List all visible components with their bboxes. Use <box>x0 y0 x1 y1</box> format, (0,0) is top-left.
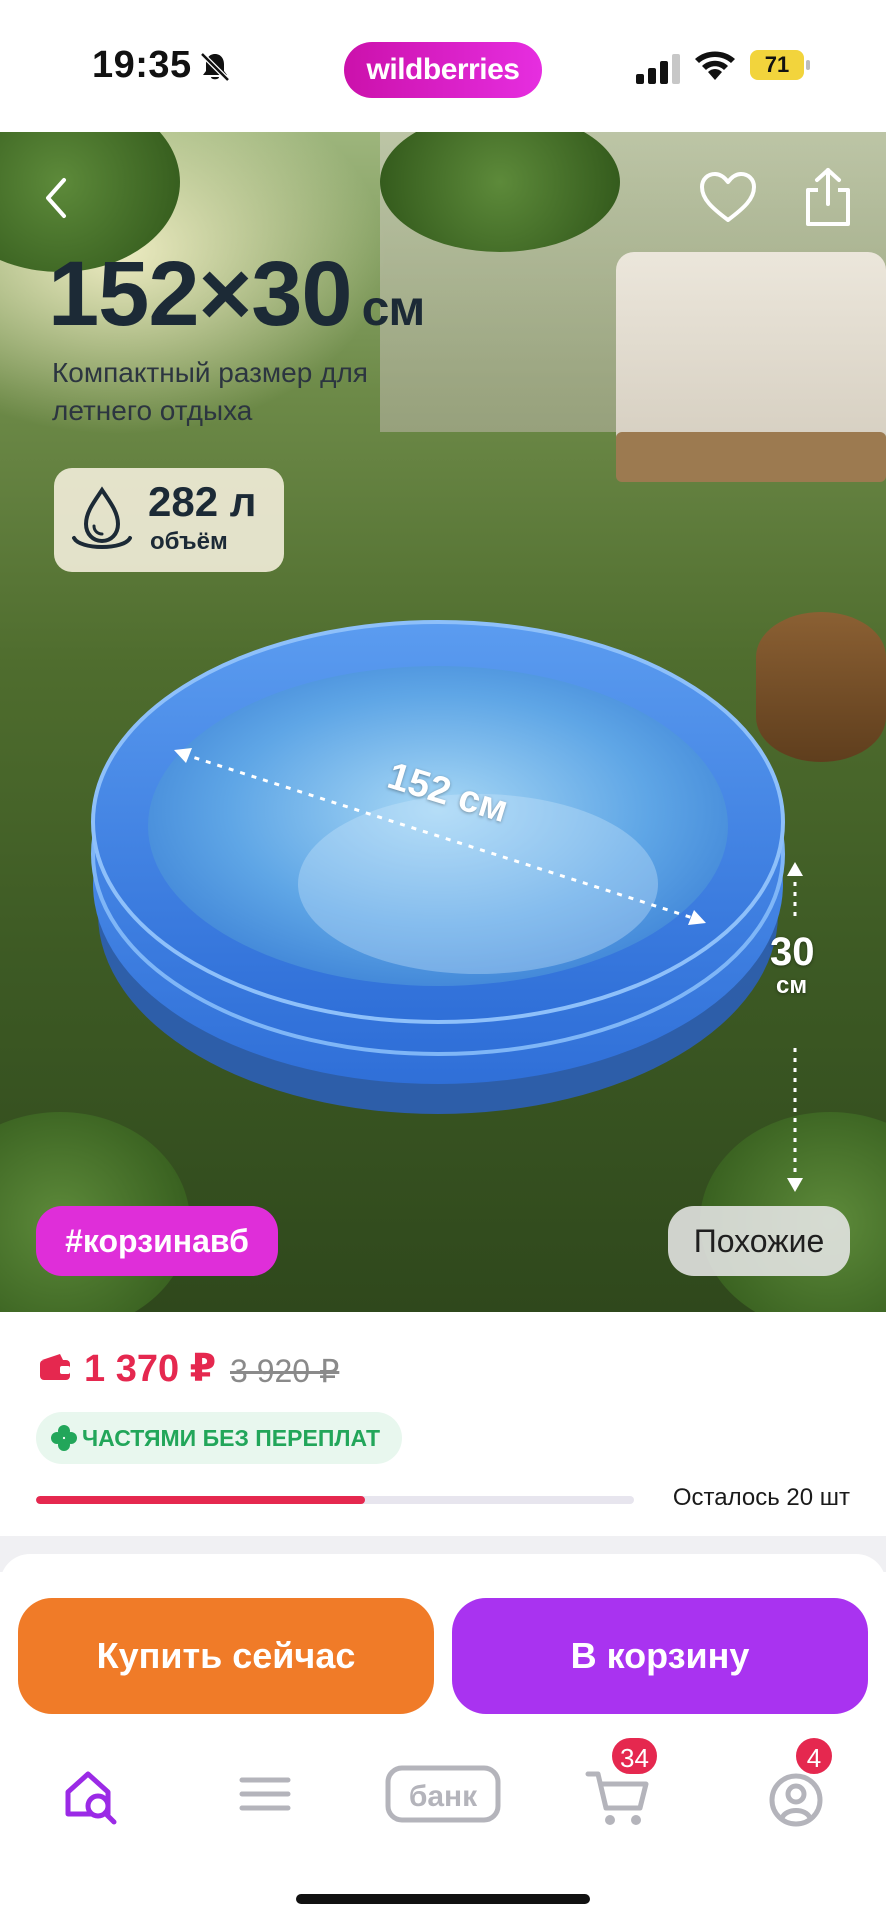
product-image[interactable]: 152×30 см Компактный размер для летнего о… <box>0 132 886 1312</box>
hero-dimension-number: 152×30 <box>48 243 353 345</box>
action-panel: Купить сейчас В корзину <box>0 1554 886 1920</box>
stock-progress-fill <box>36 1496 365 1504</box>
wifi-icon <box>695 51 735 80</box>
tab-profile[interactable]: 4 <box>752 1736 842 1840</box>
price-card: 1 370 ₽ 3 920 ₽ ЧАСТЯМИ БЕЗ ПЕРЕПЛАТ Ост… <box>0 1312 886 1536</box>
add-to-cart-button[interactable]: В корзину <box>452 1598 868 1714</box>
home-indicator <box>296 1894 590 1904</box>
status-time: 19:35 <box>92 44 192 86</box>
stock-progress-bar <box>36 1496 634 1504</box>
hashtag-button[interactable]: #корзинавб <box>36 1206 278 1276</box>
installment-badge[interactable]: ЧАСТЯМИ БЕЗ ПЕРЕПЛАТ <box>36 1412 402 1464</box>
hero-dimension-title: 152×30 см <box>48 242 426 347</box>
signal-icon <box>636 54 680 84</box>
hero-dimension-unit: см <box>361 280 426 336</box>
pool-image <box>91 620 785 1114</box>
volume-label: объём <box>150 528 228 555</box>
buy-now-button[interactable]: Купить сейчас <box>18 1598 434 1714</box>
height-arrow <box>787 862 803 1192</box>
tab-bank[interactable]: банк <box>384 1740 502 1840</box>
battery-level: 71 <box>764 52 790 77</box>
tab-cart[interactable]: 34 <box>574 1736 664 1840</box>
volume-card: 282 л объём <box>54 468 284 572</box>
stock-remaining: Осталось 20 шт <box>672 1484 850 1511</box>
hero-subtitle: Компактный размер для летнего отдыха <box>52 357 368 426</box>
bank-label: банк <box>409 1780 478 1813</box>
price-old: 3 920 ₽ <box>230 1353 340 1389</box>
bell-off-icon <box>200 52 230 82</box>
menu-icon <box>239 1777 291 1811</box>
bank-icon: банк <box>385 1765 501 1823</box>
volume-value: 282 л <box>148 478 257 525</box>
similar-button[interactable]: Похожие <box>668 1206 850 1276</box>
height-unit: см <box>776 972 808 999</box>
wallet-icon <box>40 1354 70 1380</box>
brand-logo: wildberries <box>344 42 542 98</box>
installment-text: ЧАСТЯМИ БЕЗ ПЕРЕПЛАТ <box>82 1425 381 1451</box>
tab-catalog[interactable] <box>220 1740 310 1840</box>
profile-badge: 4 <box>794 1736 834 1776</box>
tab-home[interactable] <box>44 1740 134 1840</box>
water-drop-icon <box>72 486 132 549</box>
status-bar: 19:35 wildberries 71 <box>0 0 886 132</box>
favorite-button[interactable] <box>698 170 758 226</box>
battery-icon: 71 <box>750 50 810 80</box>
cart-badge: 34 <box>610 1736 659 1776</box>
price-current: 1 370 ₽ <box>84 1348 217 1390</box>
back-button[interactable] <box>36 172 76 224</box>
share-button[interactable] <box>800 166 856 230</box>
clover-icon <box>51 1425 77 1451</box>
height-value: 30 <box>770 930 815 974</box>
bottom-navigation: банк 34 4 <box>0 1736 886 1840</box>
home-search-icon <box>65 1771 117 1825</box>
sofa-decoration <box>616 252 886 452</box>
